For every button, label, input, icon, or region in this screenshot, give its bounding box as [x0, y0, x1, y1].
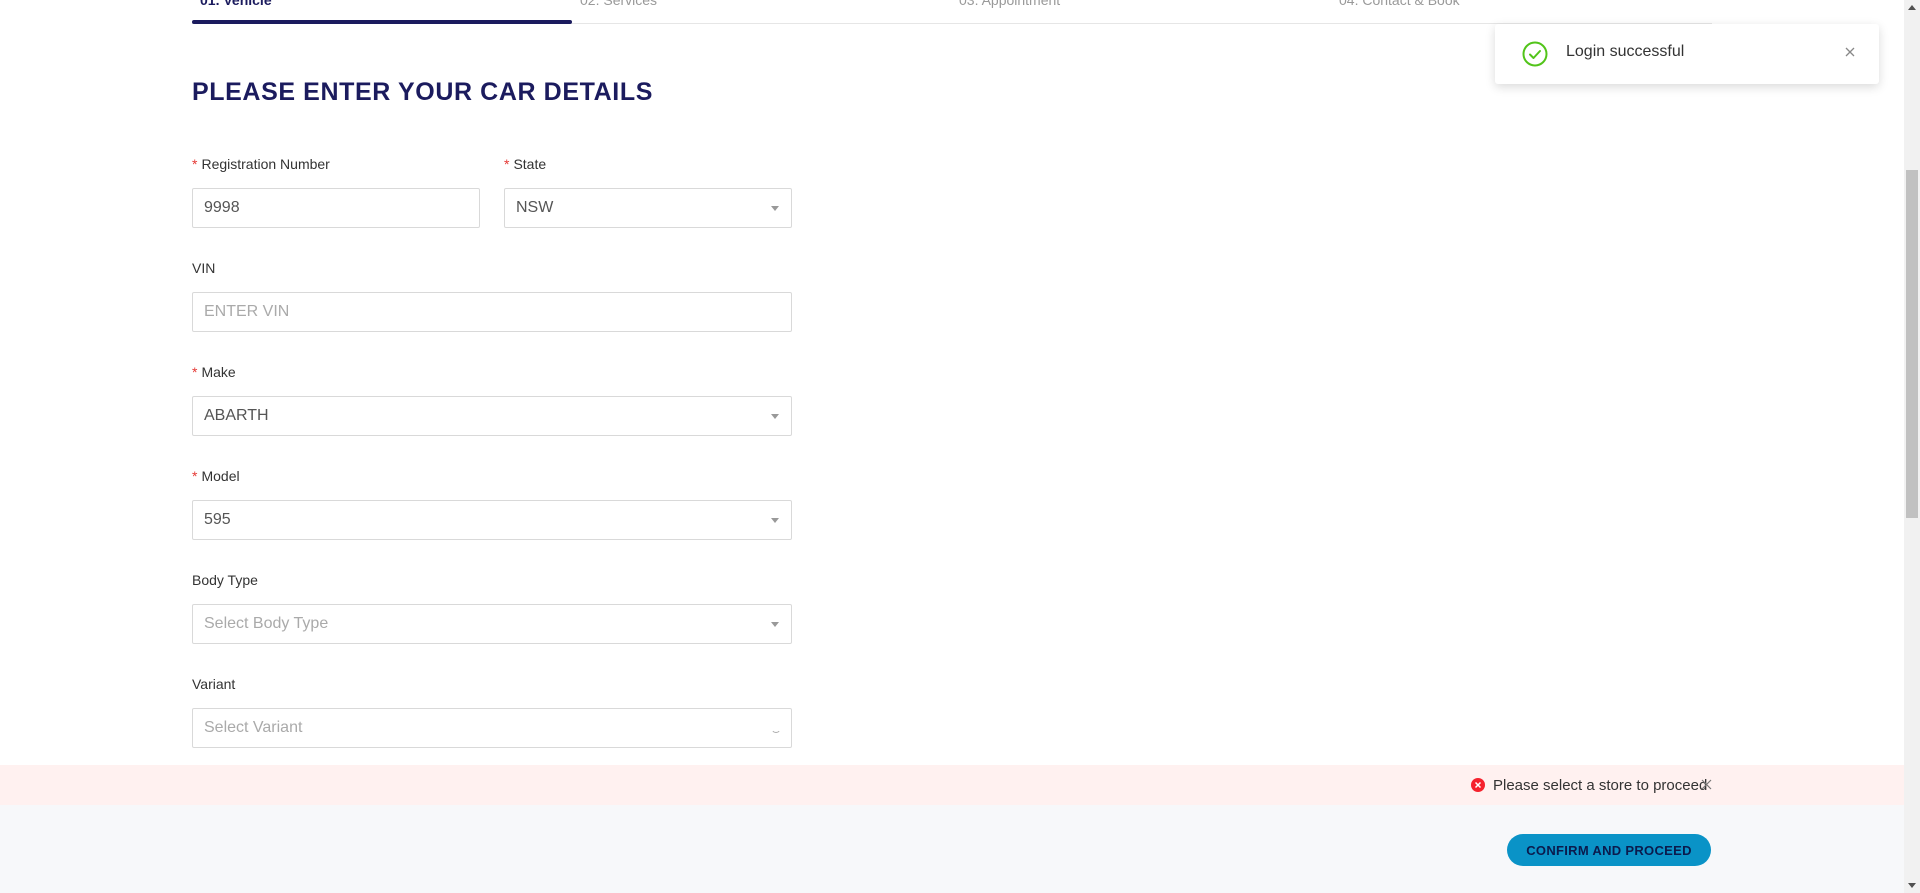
caret-down-icon [771, 206, 779, 211]
required-mark: * [504, 156, 510, 172]
make-label: * Make [192, 364, 236, 380]
close-icon[interactable] [1701, 779, 1712, 790]
step-appointment[interactable]: 03. Appointment [959, 0, 1060, 8]
required-mark: * [192, 156, 198, 172]
scroll-up-icon[interactable] [1908, 5, 1916, 10]
vin-label: VIN [192, 260, 216, 276]
page-title: PLEASE ENTER YOUR CAR DETAILS [192, 78, 653, 106]
check-circle-icon [1522, 41, 1548, 67]
make-select[interactable]: ABARTH [192, 396, 792, 436]
caret-down-icon [771, 622, 779, 627]
error-circle-icon [1471, 778, 1485, 792]
required-mark: * [192, 364, 198, 380]
loading-spinner-icon [771, 723, 781, 733]
caret-down-icon [771, 414, 779, 419]
state-label: * State [504, 156, 547, 172]
body-type-select[interactable]: Select Body Type [192, 604, 792, 644]
variant-select[interactable]: Select Variant [192, 708, 792, 748]
error-message: Please select a store to proceed [1493, 777, 1708, 794]
error-banner: Please select a store to proceed [0, 765, 1904, 805]
footer-bar: CONFIRM AND PROCEED [0, 805, 1904, 893]
registration-label: * Registration Number [192, 156, 330, 172]
active-step-indicator [192, 20, 572, 24]
progress-steps: 01. Vehicle 02. Services 03. Appointment… [192, 0, 1712, 24]
vin-input[interactable]: ENTER VIN [192, 292, 792, 332]
variant-label: Variant [192, 676, 236, 692]
required-mark: * [192, 468, 198, 484]
step-services[interactable]: 02. Services [580, 0, 657, 8]
state-select[interactable]: NSW [504, 188, 792, 228]
scrollbar-thumb[interactable] [1906, 170, 1918, 518]
caret-down-icon [771, 518, 779, 523]
login-toast: Login successful [1495, 24, 1879, 84]
body-type-label: Body Type [192, 572, 258, 588]
step-vehicle[interactable]: 01. Vehicle [200, 0, 272, 8]
close-icon[interactable] [1843, 45, 1857, 59]
step-contact-book[interactable]: 04. Contact & Book [1339, 0, 1460, 8]
confirm-and-proceed-button[interactable]: CONFIRM AND PROCEED [1507, 834, 1711, 866]
vertical-scrollbar[interactable] [1904, 0, 1920, 893]
registration-input[interactable]: 9998 [192, 188, 480, 228]
toast-message: Login successful [1566, 43, 1685, 60]
scroll-down-icon[interactable] [1908, 883, 1916, 888]
model-select[interactable]: 595 [192, 500, 792, 540]
model-label: * Model [192, 468, 240, 484]
